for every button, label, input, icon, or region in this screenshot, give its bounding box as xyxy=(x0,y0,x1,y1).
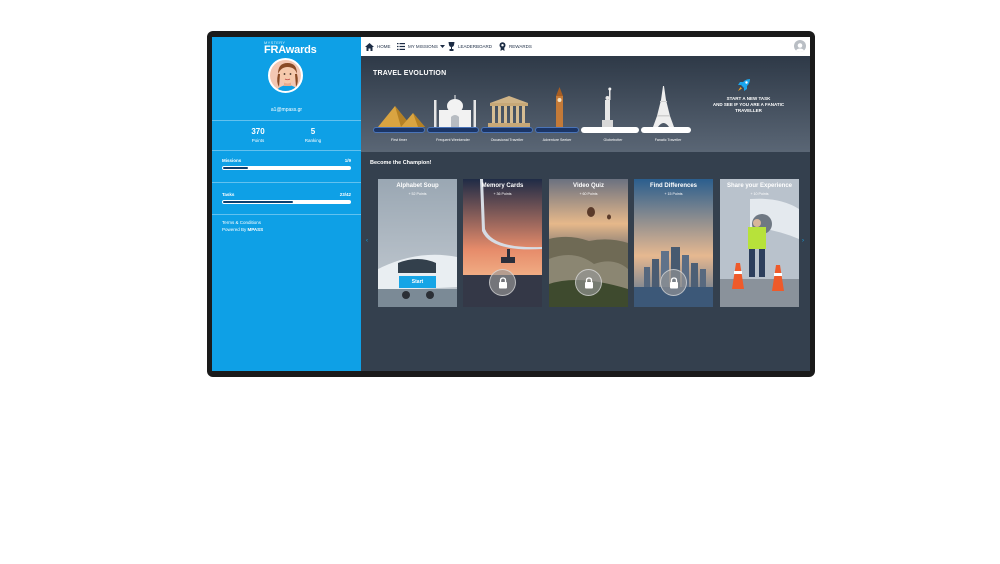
ranking-label: Ranking xyxy=(304,138,322,143)
chevron-down-icon xyxy=(439,45,445,48)
mission-card-memory-cards[interactable]: Memory Cards + 36 Points xyxy=(463,179,542,307)
nav-rewards-label: REWARDS xyxy=(509,44,532,49)
track-segment-occasional-traveller xyxy=(481,127,533,133)
big-ben-icon xyxy=(556,87,563,127)
home-icon xyxy=(365,42,374,51)
nav-rewards[interactable]: REWARDS xyxy=(499,42,532,51)
card-points: + 10 Points xyxy=(750,192,769,196)
points-value: 370 xyxy=(251,127,265,136)
powered-brand[interactable]: MPASS xyxy=(248,227,264,232)
list-icon xyxy=(397,43,405,50)
mission-card-video-quiz[interactable]: Video Quiz + 60 Points xyxy=(549,179,628,307)
milestone-label: Fanatic Traveller xyxy=(654,138,682,142)
powered-prefix: Powered By xyxy=(222,227,248,232)
powered-by: Powered By MPASS xyxy=(222,227,263,232)
evolution-track xyxy=(373,127,691,133)
nav-home-label: HOME xyxy=(377,44,391,49)
milestone-label: Globetrotter xyxy=(603,138,623,142)
cta-line: TRAVELLER xyxy=(735,108,762,113)
travel-evolution-panel: TRAVEL EVOLUTION First timer Frequent We… xyxy=(361,56,810,152)
top-nav: HOME MY MISSIONS LEADERBOARD REWARDS xyxy=(361,37,810,56)
medal-icon xyxy=(499,42,506,51)
track-segment-adventure-seeker xyxy=(535,127,579,133)
hero-title: TRAVEL EVOLUTION xyxy=(373,70,447,77)
terms-link[interactable]: Terms & Conditions xyxy=(222,220,261,225)
tasks-label: Tasks xyxy=(222,192,235,197)
rocket-icon xyxy=(738,79,750,91)
user-menu-icon[interactable] xyxy=(794,40,806,52)
carousel-prev-icon[interactable]: ‹ xyxy=(366,238,368,244)
lock-icon xyxy=(575,269,602,296)
card-title: Memory Cards xyxy=(481,183,524,189)
card-points: + 52 Points xyxy=(408,192,427,196)
missions-count: 1/9 xyxy=(344,158,351,163)
milestone-label: Frequent Weekender xyxy=(436,138,470,142)
card-points: + 60 Points xyxy=(579,192,598,196)
points-label: Points xyxy=(251,138,265,143)
track-segment-first-timer xyxy=(373,127,425,133)
tasks-bar xyxy=(222,200,351,204)
trophy-icon xyxy=(448,42,455,51)
landmarks-illustration xyxy=(378,86,674,127)
avatar[interactable] xyxy=(268,58,303,93)
start-task-cta[interactable]: START A NEW TASK AND SEE IF YOU ARE A FA… xyxy=(701,96,796,114)
eiffel-tower-icon xyxy=(653,86,674,127)
mission-card-alphabet-soup[interactable]: Alphabet Soup + 52 Points Start xyxy=(378,179,457,307)
lock-icon xyxy=(660,269,687,296)
missions-bar-fill xyxy=(223,167,249,169)
nav-leaderboard[interactable]: LEADERBOARD xyxy=(448,42,492,51)
tasks-count: 23/42 xyxy=(339,192,351,197)
milestone-label: Occasional Traveller xyxy=(490,138,524,142)
card-title: Share your Experience xyxy=(726,183,793,189)
card-title: Find Differences xyxy=(649,183,697,189)
lock-icon xyxy=(489,269,516,296)
mission-card-share-experience[interactable]: Share your Experience + 10 Points xyxy=(720,179,799,307)
sidebar: MYSTERY FRAwards a1@mpass.gr 370 Points xyxy=(212,37,361,371)
mission-card-find-differences[interactable]: Find Differences + 15 Points xyxy=(634,179,713,307)
start-button[interactable]: Start xyxy=(399,276,436,288)
logo-title: FRAwards xyxy=(264,44,317,56)
ground-crew-image xyxy=(720,179,799,307)
nav-my-missions-label: MY MISSIONS xyxy=(408,44,438,49)
carousel-next-icon[interactable]: › xyxy=(802,238,804,244)
milestone-label: Adventure Seeker xyxy=(542,138,572,142)
points-stat: 370 Points xyxy=(228,127,288,143)
divider xyxy=(212,214,361,215)
missions-bar xyxy=(222,166,351,170)
ranking-value: 5 xyxy=(310,127,316,136)
taj-mahal-icon xyxy=(434,95,476,127)
track-segment-fanatic-traveller xyxy=(641,127,691,133)
missions-label: Missions xyxy=(222,158,242,163)
nav-home[interactable]: HOME xyxy=(365,42,391,51)
section-title: Become the Champion! xyxy=(370,160,432,166)
user-email: a1@mpass.gr xyxy=(270,107,303,113)
divider xyxy=(212,182,361,183)
card-points: + 15 Points xyxy=(664,192,683,196)
tasks-bar-fill xyxy=(223,201,293,203)
track-segment-frequent-weekender xyxy=(427,127,479,133)
parthenon-icon xyxy=(488,96,530,127)
nav-leaderboard-label: LEADERBOARD xyxy=(458,44,493,49)
app-screen: MYSTERY FRAwards a1@mpass.gr 370 Points xyxy=(212,37,810,371)
statue-of-liberty-icon xyxy=(602,87,613,127)
track-segment-globetrotter xyxy=(581,127,639,133)
card-title: Alphabet Soup xyxy=(396,183,439,189)
card-title: Video Quiz xyxy=(573,183,604,189)
milestone-label: First timer xyxy=(391,138,407,142)
divider xyxy=(212,150,361,151)
card-points: + 36 Points xyxy=(493,192,512,196)
pyramids-icon xyxy=(378,106,425,127)
nav-my-missions[interactable]: MY MISSIONS xyxy=(397,42,448,51)
divider xyxy=(212,120,361,121)
ranking-stat: 5 Ranking xyxy=(283,127,343,143)
